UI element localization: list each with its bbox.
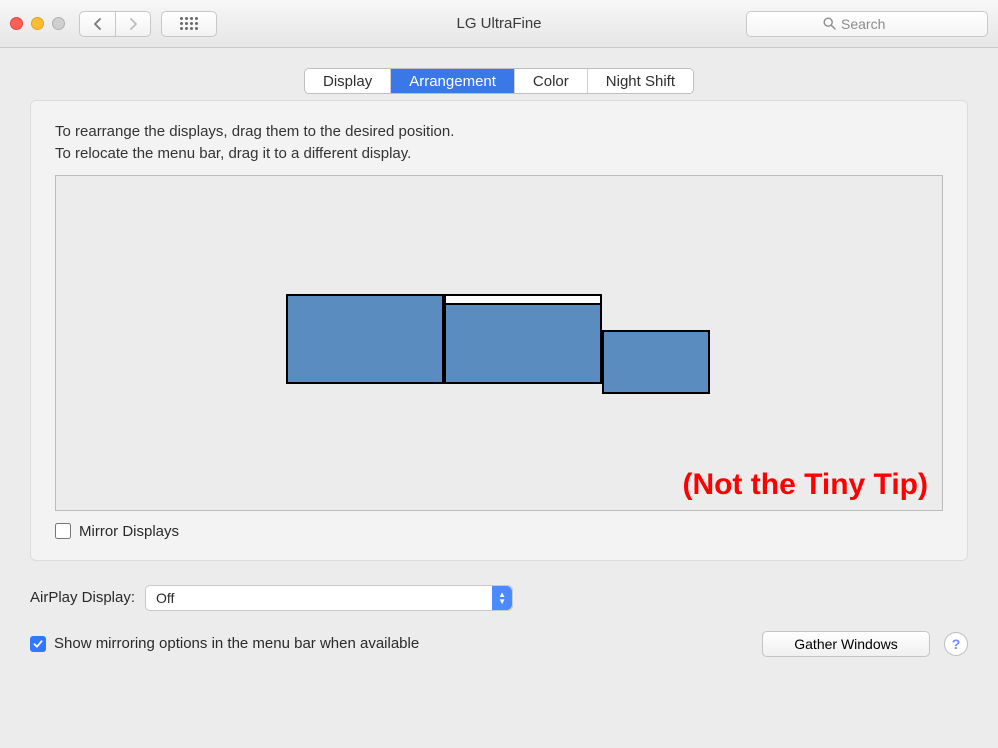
window-close-button[interactable]	[10, 17, 23, 30]
airplay-row: AirPlay Display: Off ▲▼	[30, 585, 968, 611]
mirror-displays-checkbox[interactable]	[55, 523, 71, 539]
display-2-primary[interactable]	[444, 294, 602, 384]
tab-night-shift[interactable]: Night Shift	[588, 69, 693, 93]
nav-group	[79, 11, 151, 37]
help-button[interactable]: ?	[944, 632, 968, 656]
airplay-select[interactable]: Off ▲▼	[145, 585, 513, 611]
help-icon: ?	[952, 636, 961, 652]
chevron-left-icon	[93, 18, 102, 30]
show-mirroring-label: Show mirroring options in the menu bar w…	[54, 635, 419, 652]
display-3[interactable]	[602, 330, 710, 394]
instructions: To rearrange the displays, drag them to …	[55, 121, 943, 165]
chevron-right-icon	[129, 18, 138, 30]
window-titlebar: LG UltraFine	[0, 0, 998, 48]
airplay-value: Off	[156, 590, 174, 606]
search-field[interactable]	[746, 11, 988, 37]
search-input[interactable]	[841, 16, 911, 32]
traffic-lights	[10, 17, 65, 30]
display-1[interactable]	[286, 294, 444, 384]
back-button[interactable]	[79, 11, 115, 37]
window-zoom-button[interactable]	[52, 17, 65, 30]
instruction-line-1: To rearrange the displays, drag them to …	[55, 121, 943, 143]
grid-icon	[180, 17, 198, 30]
arrangement-panel: To rearrange the displays, drag them to …	[30, 100, 968, 561]
window-minimize-button[interactable]	[31, 17, 44, 30]
gather-windows-button[interactable]: Gather Windows	[762, 631, 930, 657]
tab-arrangement[interactable]: Arrangement	[391, 69, 515, 93]
tab-display[interactable]: Display	[305, 69, 391, 93]
show-all-button[interactable]	[161, 11, 217, 37]
mirror-displays-label: Mirror Displays	[79, 523, 179, 540]
annotation-overlay: (Not the Tiny Tip)	[682, 468, 928, 502]
select-stepper-icon: ▲▼	[492, 586, 512, 610]
mirror-displays-row[interactable]: Mirror Displays	[55, 523, 943, 540]
instruction-line-2: To relocate the menu bar, drag it to a d…	[55, 143, 943, 165]
show-mirroring-checkbox[interactable]	[30, 636, 46, 652]
menu-bar-handle[interactable]	[446, 296, 600, 305]
tab-bar: Display Arrangement Color Night Shift	[304, 68, 694, 94]
checkmark-icon	[33, 639, 43, 649]
airplay-label: AirPlay Display:	[30, 589, 135, 606]
search-icon	[823, 17, 836, 30]
show-mirroring-row[interactable]: Show mirroring options in the menu bar w…	[30, 635, 419, 652]
display-arrangement-area[interactable]: (Not the Tiny Tip)	[55, 175, 943, 511]
tab-color[interactable]: Color	[515, 69, 588, 93]
forward-button[interactable]	[115, 11, 151, 37]
